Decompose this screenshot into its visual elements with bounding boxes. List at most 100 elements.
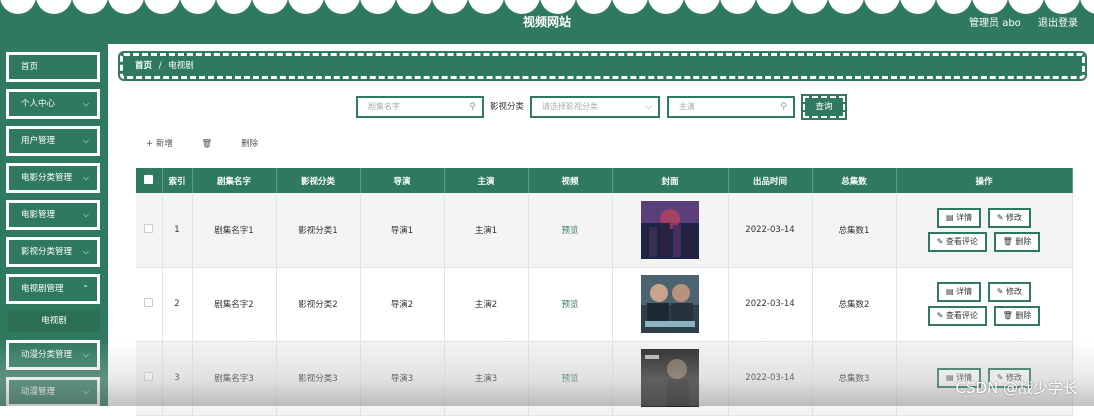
actor-search-input[interactable]: 主演 ⚲ <box>667 96 795 118</box>
breadcrumb-separator: / <box>158 61 162 71</box>
admin-user-label: 管理员 abo <box>969 18 1021 29</box>
video-preview-link[interactable]: 预览 <box>561 226 578 236</box>
row-date: 2022-03-14 <box>728 193 813 268</box>
add-button[interactable]: + 新增 <box>146 139 173 149</box>
breadcrumb-current: 电视剧 <box>168 61 194 71</box>
breadcrumb: 首页 / 电视剧 <box>118 51 1087 81</box>
category-select[interactable]: 请选择影视分类 ⌵ <box>530 96 660 118</box>
logout-link[interactable]: 退出登录 <box>1038 18 1078 29</box>
chevron-up-icon: ⌃ <box>82 284 89 293</box>
table-row: 2 剧集名字2 影视分类2 导演2 主演2 预览 2022-03-14 总集数2… <box>136 267 1073 342</box>
row-episodes: 总集数3 <box>812 341 897 416</box>
edit-button[interactable]: ✎ 修改 <box>987 207 1032 228</box>
row-checkbox[interactable] <box>144 372 154 381</box>
scallop-shape <box>108 0 144 14</box>
header-user-area: 管理员 abo 退出登录 <box>955 14 1078 29</box>
view-comments-label: 查看评论 <box>945 311 978 320</box>
chevron-down-icon: ⌵ <box>82 210 89 219</box>
row-actor: 主演1 <box>444 193 529 268</box>
scallop-shape <box>324 0 360 14</box>
video-preview-link[interactable]: 预览 <box>561 374 578 384</box>
row-operation-buttons: ▤ 详情 ✎ 修改 ✎ 查看评论 🗑 删除 <box>914 280 1054 328</box>
row-checkbox[interactable] <box>144 298 154 307</box>
view-comments-button[interactable]: ✎ 查看评论 <box>927 306 987 326</box>
scallop-shape <box>36 0 72 14</box>
row-category: 影视分类3 <box>276 341 361 416</box>
sidebar-item-label: 首页 <box>21 62 39 72</box>
top-header: 视频网站 管理员 abo 退出登录 <box>0 0 1094 44</box>
sidebar-item-user-management[interactable]: 用户管理 ⌵ <box>6 126 100 156</box>
row-actor: 主演3 <box>444 341 529 416</box>
row-date: 2022-03-14 <box>728 341 813 416</box>
header-episodes: 总集数 <box>812 168 897 193</box>
sidebar-item-film-category[interactable]: 影视分类管理 ⌵ <box>6 237 100 267</box>
scallop-shape <box>828 0 864 14</box>
search-icon: ⚲ <box>780 102 787 112</box>
delete-button-label: 删除 <box>1015 236 1032 246</box>
row-operation-buttons: ▤ 详情 ✎ 修改 ✎ 查看评论 🗑 删除 <box>914 206 1054 254</box>
scallop-shape <box>216 0 252 14</box>
pencil-icon: ✎ <box>996 212 1004 222</box>
chevron-down-icon: ⌵ <box>82 99 89 108</box>
trash-icon: 🗑 <box>1002 311 1013 320</box>
header-name: 剧集名字 <box>192 168 277 193</box>
edit-button-label: 修改 <box>1006 212 1023 222</box>
row-index: 3 <box>162 341 193 416</box>
detail-button-label: 详情 <box>956 287 973 296</box>
header-date: 出品时间 <box>728 168 813 193</box>
sidebar-item-movie-category[interactable]: 电影分类管理 ⌵ <box>6 163 100 193</box>
row-name: 剧集名字2 <box>192 267 277 342</box>
document-icon: ▤ <box>945 287 954 296</box>
scallop-shape <box>648 0 684 14</box>
row-episodes: 总集数1 <box>812 193 897 268</box>
delete-button[interactable]: 🗑 删除 <box>993 306 1041 326</box>
scallop-shape <box>576 0 612 14</box>
delete-button[interactable]: 🗑 删除 <box>993 231 1041 252</box>
cover-image <box>641 349 699 407</box>
chevron-down-icon: ⌵ <box>82 247 89 256</box>
sidebar-subitem-tv[interactable]: 电视剧 <box>8 310 100 332</box>
header-operations: 操作 <box>896 168 1073 193</box>
breadcrumb-home[interactable]: 首页 <box>135 61 152 71</box>
scallop-shape <box>720 0 756 14</box>
scallop-shape <box>540 0 576 14</box>
sidebar-item-label: 动漫分类管理 <box>21 350 73 360</box>
sidebar-item-home[interactable]: 首页 <box>6 52 100 82</box>
trash-icon: 🗑 <box>201 139 213 149</box>
query-button[interactable]: 查询 <box>801 94 847 120</box>
detail-button[interactable]: ▤ 详情 <box>936 207 982 228</box>
sidebar-item-label: 动漫管理 <box>21 387 56 397</box>
sidebar-item-label: 电影分类管理 <box>21 173 73 183</box>
header-actor: 主演 <box>444 168 529 193</box>
sidebar-item-personal-center[interactable]: 个人中心 ⌵ <box>6 89 100 119</box>
view-comments-button[interactable]: ✎ 查看评论 <box>927 231 987 252</box>
detail-button[interactable]: ▤ 详情 <box>936 282 982 302</box>
scallop-shape <box>612 0 648 14</box>
header-director: 导演 <box>360 168 445 193</box>
sidebar-item-movie-management[interactable]: 电影管理 ⌵ <box>6 200 100 230</box>
header-index: 索引 <box>162 168 193 193</box>
trash-icon: 🗑 <box>1002 236 1013 246</box>
header-category: 影视分类 <box>276 168 361 193</box>
row-checkbox[interactable] <box>144 223 154 233</box>
document-icon: ▤ <box>945 373 954 382</box>
sidebar-item-tv-management[interactable]: 电视剧管理 ⌃ <box>6 274 100 304</box>
sidebar-item-label: 个人中心 <box>21 99 56 109</box>
sidebar-item-anime-category[interactable]: 动漫分类管理 ⌵ <box>6 340 100 370</box>
scallop-shape <box>0 0 36 14</box>
sidebar-item-anime-management[interactable]: 动漫管理 ⌵ <box>6 377 100 407</box>
video-preview-link[interactable]: 预览 <box>561 300 578 310</box>
scallop-shape <box>504 0 540 14</box>
select-all-checkbox[interactable] <box>144 174 154 184</box>
edit-button[interactable]: ✎ 修改 <box>987 282 1032 302</box>
header-select-all[interactable] <box>136 168 163 193</box>
name-search-input[interactable]: 剧集名字 ⚲ <box>356 96 484 118</box>
chevron-down-icon: ⌵ <box>82 173 89 182</box>
cover-image <box>641 275 699 333</box>
chevron-down-icon: ⌵ <box>82 136 89 145</box>
row-name: 剧集名字3 <box>192 341 277 416</box>
edit-button-label: 修改 <box>1006 287 1023 296</box>
scallop-shape <box>1044 0 1080 14</box>
csdn-watermark: CSDN @战少学长 <box>955 379 1078 397</box>
bulk-delete-button[interactable]: 🗑 删除 <box>202 139 285 149</box>
